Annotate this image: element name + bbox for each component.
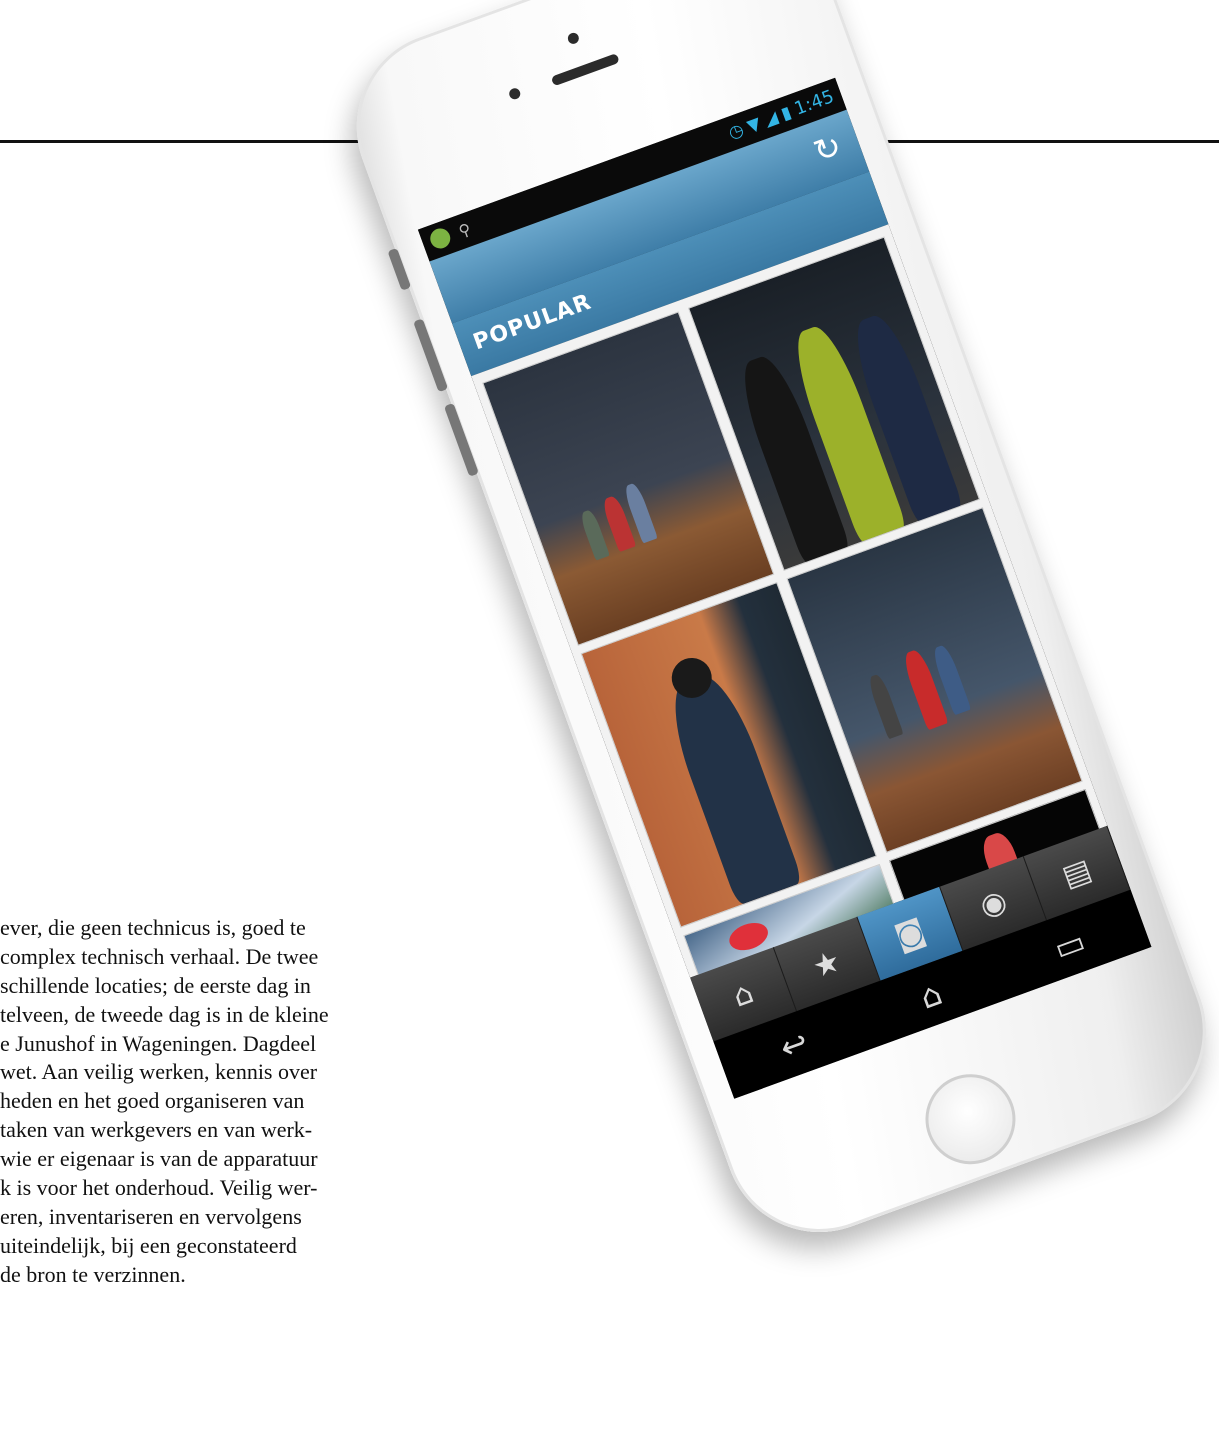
article-line: k is voor het onderhoud. Veilig wer- <box>0 1175 318 1201</box>
mute-switch[interactable] <box>387 247 412 291</box>
recents-icon[interactable]: ▭ <box>1049 921 1090 967</box>
signal-icon: ◢ <box>761 107 781 131</box>
article-line: complex technisch verhaal. De twee <box>0 943 319 969</box>
article-line: uiteindelijk, bij een geconstateerd <box>0 1232 297 1258</box>
article-line: schillende locaties; de eerste dag in <box>0 972 311 998</box>
article-line: wie er eigenaar is van de apparatuur <box>0 1146 318 1172</box>
home-icon: ⌂ <box>728 974 758 1015</box>
article-text: ever, die geen technicus is, goed te com… <box>0 914 600 1290</box>
star-icon: ★ <box>807 943 846 986</box>
article-line: ever, die geen technicus is, goed te <box>0 915 306 940</box>
search-icon: ◉ <box>975 882 1012 925</box>
article-line: wet. Aan veilig werken, kennis over <box>0 1059 318 1085</box>
proximity-sensor <box>566 31 581 46</box>
article-line: eren, inventariseren en vervolgens <box>0 1203 302 1229</box>
earpiece-speaker <box>550 52 620 87</box>
volume-down-button[interactable] <box>443 402 479 477</box>
article-line: telveen, de tweede dag is in de kleine <box>0 1001 329 1027</box>
home-nav-icon[interactable]: ⌂ <box>915 973 947 1016</box>
volume-up-button[interactable] <box>413 318 449 393</box>
home-button[interactable] <box>912 1061 1029 1177</box>
alarm-icon: ◷ <box>725 119 747 144</box>
news-icon: ▤ <box>1057 851 1097 895</box>
article-line: e Junushof in Wageningen. Dagdeel <box>0 1030 317 1056</box>
back-icon[interactable]: ↩ <box>775 1022 813 1067</box>
android-icon <box>427 225 454 252</box>
article-line: heden en het goed organiseren van <box>0 1088 305 1114</box>
front-camera <box>507 86 522 101</box>
instagram-icon: ◙ <box>890 912 930 956</box>
article-line: de bron te verzinnen. <box>0 1261 186 1287</box>
refresh-icon[interactable]: ↻ <box>808 126 846 171</box>
wifi-icon: ▼ <box>744 113 764 137</box>
article-line: taken van werkgevers en van werk- <box>0 1117 313 1143</box>
usb-icon: ⚲ <box>455 218 474 241</box>
battery-icon: ▮ <box>778 102 794 125</box>
